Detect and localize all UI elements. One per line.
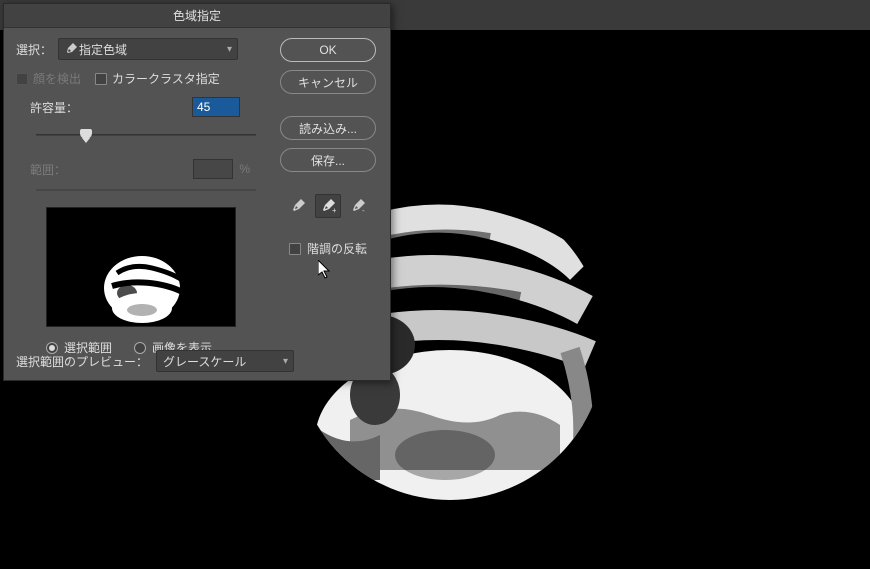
- slider-thumb[interactable]: [80, 129, 92, 139]
- dialog-title[interactable]: 色域指定: [4, 4, 390, 28]
- select-dropdown[interactable]: 指定色域: [58, 38, 238, 60]
- preview-label: 選択範囲のプレビュー：: [16, 353, 148, 370]
- detect-faces-checkbox: [16, 73, 28, 85]
- svg-text:+: +: [332, 206, 336, 214]
- preview-mode-dropdown[interactable]: グレースケール: [156, 350, 294, 372]
- range-input: [193, 159, 233, 179]
- preview-mode-value: グレースケール: [163, 353, 246, 370]
- tolerance-label: 許容量：: [30, 99, 78, 116]
- eyedropper-add-icon[interactable]: +: [315, 194, 341, 218]
- select-value: 指定色域: [79, 41, 127, 58]
- color-range-dialog: 色域指定 選択： 指定色域 顔を検出 カラークラスタ指定: [3, 3, 391, 381]
- eyedropper-icon[interactable]: [285, 194, 311, 218]
- select-label: 選択：: [16, 41, 52, 58]
- eyedropper-subtract-icon[interactable]: -: [345, 194, 371, 218]
- tolerance-slider[interactable]: [36, 127, 256, 143]
- selection-preview: [46, 207, 236, 327]
- ok-button[interactable]: OK: [280, 38, 376, 62]
- eyedropper-icon: [65, 43, 77, 55]
- svg-text:-: -: [362, 206, 365, 214]
- color-clusters-label: カラークラスタ指定: [112, 70, 220, 87]
- cancel-button[interactable]: キャンセル: [280, 70, 376, 94]
- detect-faces-label: 顔を検出: [33, 70, 81, 87]
- invert-label: 階調の反転: [307, 240, 367, 257]
- range-unit: %: [239, 162, 250, 176]
- tolerance-input[interactable]: 45: [192, 97, 240, 117]
- save-button[interactable]: 保存...: [280, 148, 376, 172]
- load-button[interactable]: 読み込み...: [280, 116, 376, 140]
- invert-checkbox[interactable]: [289, 243, 301, 255]
- range-label: 範囲：: [30, 161, 66, 178]
- color-clusters-checkbox[interactable]: [95, 73, 107, 85]
